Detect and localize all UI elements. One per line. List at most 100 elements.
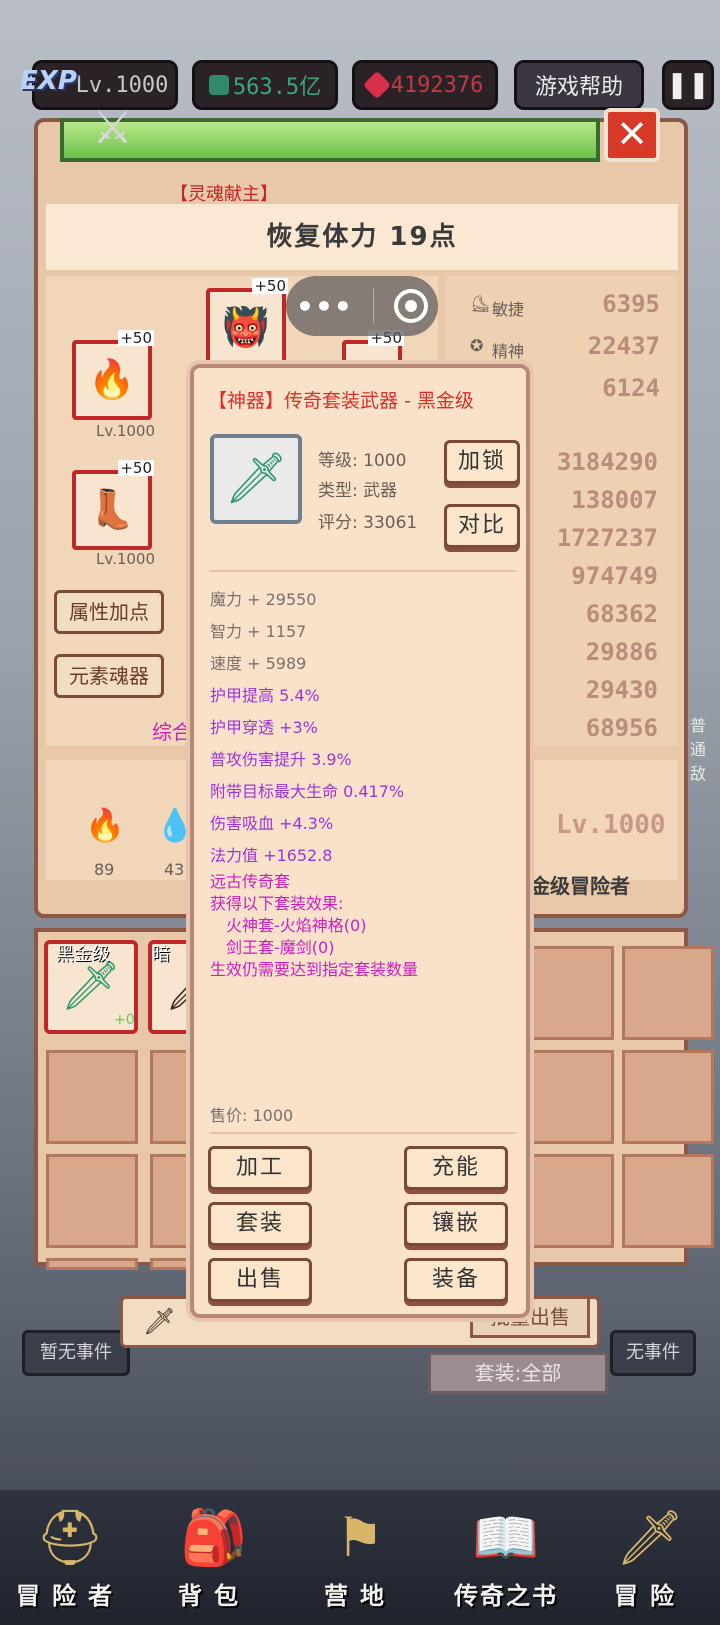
attr-intellect: 智力 + 1157	[210, 622, 307, 641]
attr-max-hp-damage: 附带目标最大生命 0.417%	[210, 782, 405, 801]
nav-label: 冒险	[614, 1582, 686, 1610]
nav-backpack[interactable]: 🎒 背包	[144, 1500, 284, 1611]
inventory-cell[interactable]	[622, 946, 714, 1040]
water-element-count: 43	[164, 860, 185, 879]
slot-plus: +50	[252, 277, 288, 295]
lock-button[interactable]: 加锁	[444, 440, 520, 484]
nav-adventurer[interactable]: ⛑ 冒险者	[0, 1500, 140, 1611]
fire-element-count: 89	[94, 860, 115, 879]
book-icon: 📖	[472, 1506, 540, 1569]
slot-plus: +50	[118, 329, 154, 347]
set-filter-dropdown[interactable]: 套装:全部	[428, 1352, 608, 1394]
ruby-amount: 4192376	[390, 72, 484, 98]
stat-spirit: ✪ 精神 22437	[470, 332, 660, 368]
sell-price: 售价: 1000	[210, 1106, 294, 1125]
craft-button[interactable]: 加工	[208, 1146, 312, 1190]
event-status-right: 无事件	[610, 1330, 696, 1376]
stamina-bar	[60, 118, 600, 162]
item-preview: 🗡	[210, 434, 302, 524]
spirit-stat-icon: ✪	[470, 336, 484, 355]
nav-camp[interactable]: ⚑ 营地	[290, 1500, 430, 1611]
emerald-sword-icon: 🗡	[60, 958, 122, 1014]
compare-button[interactable]: 对比	[444, 504, 520, 548]
sell-button[interactable]: 出售	[208, 1258, 312, 1302]
stat-value: 6395	[602, 290, 660, 318]
helmet-icon: ⛑	[35, 1506, 105, 1569]
stat-label: 敏捷	[492, 300, 525, 319]
flame-sword-icon: 🔥	[88, 357, 136, 401]
item-type: 类型: 武器	[318, 481, 398, 501]
equip-button[interactable]: 装备	[404, 1258, 508, 1302]
set-note: 生效仍需要达到指定套装数量	[210, 960, 419, 979]
capsule-divider	[372, 289, 374, 323]
item-title: 【神器】传奇套装武器 - 黑金级	[208, 390, 474, 412]
boot-stat-icon: ⛸	[470, 294, 491, 313]
sword-tab-icon[interactable]: 🗡	[143, 1307, 176, 1337]
set-name: 远古传奇套	[210, 872, 291, 891]
level-text: Lv.1000	[75, 72, 169, 98]
close-button[interactable]: ✕	[604, 108, 660, 162]
equip-slot-boots[interactable]: 👢 +50	[72, 460, 154, 550]
equip-slot-helmet[interactable]: 👹 +50	[206, 278, 288, 368]
inventory-cell[interactable]	[622, 1154, 714, 1248]
side-enemy-tag: 普通敌	[690, 716, 707, 783]
panel-faded-title: 【灵魂献主】	[170, 184, 278, 205]
inventory-cell[interactable]	[46, 1154, 138, 1248]
attr-lifesteal: 伤害吸血 +4.3%	[210, 814, 334, 833]
inlay-button[interactable]: 镶嵌	[404, 1202, 508, 1246]
more-icon[interactable]: •••	[296, 290, 353, 323]
attribute-points-button[interactable]: 属性加点	[54, 590, 164, 634]
nav-adventure[interactable]: 🗡 冒险	[580, 1500, 720, 1611]
attr-armor-pierce: 护甲穿透 +3%	[210, 718, 318, 737]
fire-element-icon[interactable]: 🔥	[82, 802, 128, 848]
banner-icon: ⚑	[335, 1506, 385, 1569]
stat-label: 精神	[492, 342, 525, 361]
attr-magic: 魔力 + 29550	[210, 590, 317, 609]
recover-stamina-banner: 恢复体力 19点	[46, 204, 678, 270]
set-intro: 获得以下套装效果:	[210, 894, 344, 913]
item-enhance-level: +0	[114, 1012, 135, 1028]
attr-armor-boost: 护甲提高 5.4%	[210, 686, 320, 705]
ruby-counter: 4192376	[352, 60, 498, 110]
equip-slot-weapon[interactable]: 🔥 +50	[72, 330, 154, 420]
element-soul-button[interactable]: 元素魂器	[54, 654, 164, 698]
stat-agility: ⛸ 敏捷 6395	[470, 290, 660, 326]
emerald-sword-icon: 🗡	[224, 449, 288, 507]
nav-label: 传奇之书	[454, 1582, 558, 1610]
attr-mana: 法力值 +1652.8	[210, 846, 333, 865]
stat-value: 138007	[571, 486, 658, 514]
bottom-nav: ⛑ 冒险者 🎒 背包 ⚑ 营地 📖 传奇之书 🗡 冒险	[0, 1490, 720, 1625]
inventory-cell[interactable]	[622, 1050, 714, 1144]
overall-label: 综合	[152, 720, 192, 744]
charge-button[interactable]: 充能	[404, 1146, 508, 1190]
inventory-cell[interactable]	[522, 1154, 614, 1248]
gem-counter: 563.5亿	[192, 60, 338, 110]
slot-level: Lv.1000	[96, 422, 156, 440]
inventory-cell[interactable]	[522, 946, 614, 1040]
miniprogram-capsule: •••	[286, 276, 438, 336]
stat-value: 6124	[602, 374, 660, 402]
slot-level: Lv.1000	[96, 550, 156, 568]
stat-value: 1727237	[556, 524, 658, 552]
hero-rank: 金级冒险者	[530, 874, 630, 898]
item-score: 评分: 33061	[318, 513, 418, 533]
inventory-cell[interactable]	[46, 1258, 138, 1270]
item-grade-tag: 黑金级	[56, 944, 110, 965]
backpack-icon: 🎒	[180, 1506, 248, 1569]
divider	[210, 1132, 516, 1134]
set-effect: 火神套-火焰神格(0)	[226, 916, 367, 935]
inventory-cell[interactable]	[522, 1050, 614, 1144]
nav-label: 冒险者	[16, 1582, 124, 1610]
ruby-icon	[362, 70, 391, 100]
help-button[interactable]: 游戏帮助	[514, 60, 644, 110]
slot-plus: +50	[118, 459, 154, 477]
nav-legend-book[interactable]: 📖 传奇之书	[436, 1500, 576, 1611]
pause-button[interactable]: ❚❚	[662, 60, 714, 110]
attr-normal-attack: 普攻伤害提升 3.9%	[210, 750, 352, 769]
set-button[interactable]: 套装	[208, 1202, 312, 1246]
close-miniprogram-icon[interactable]	[393, 289, 428, 323]
inventory-cell[interactable]	[46, 1050, 138, 1144]
hero-level: Lv.1000	[556, 810, 666, 840]
attr-speed: 速度 + 5989	[210, 654, 307, 673]
stat-value: 68956	[585, 714, 658, 742]
